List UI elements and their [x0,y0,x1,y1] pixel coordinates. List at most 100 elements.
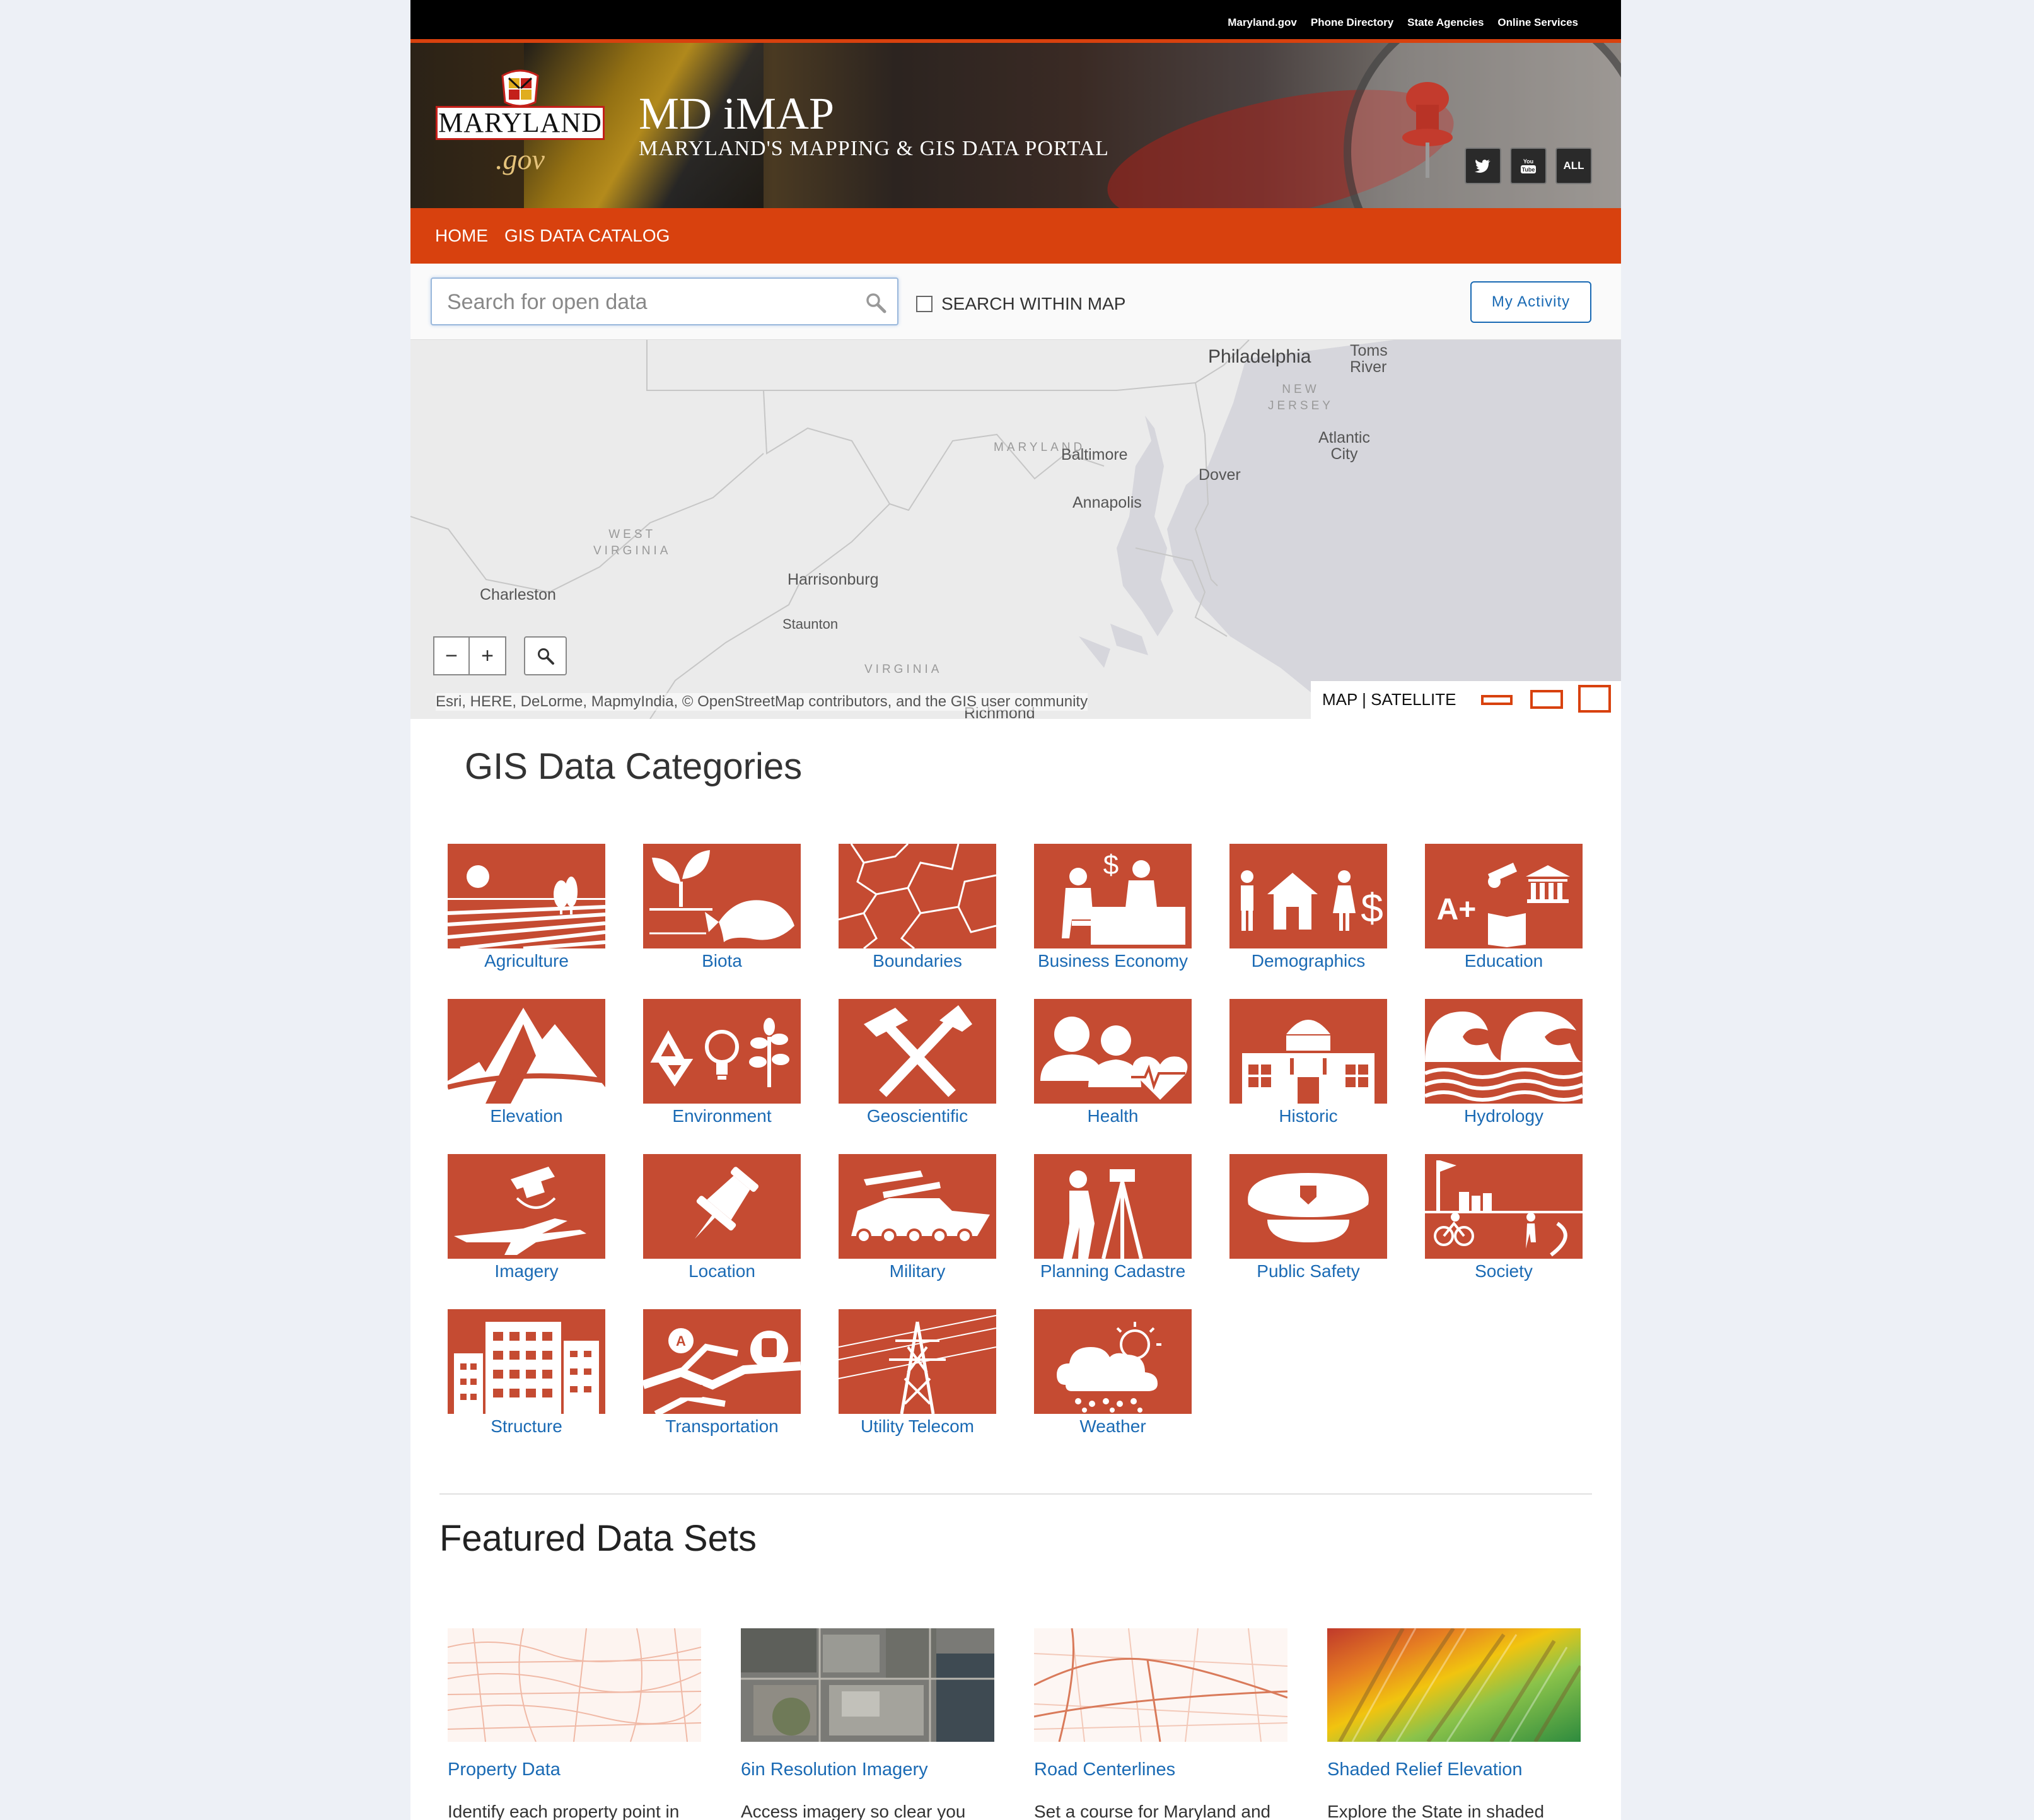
all-social-button[interactable]: ALL [1555,148,1592,184]
featured-name[interactable]: Road Centerlines [1034,1759,1287,1780]
health-icon [1040,1017,1188,1100]
logo-gov: .gov [496,143,545,175]
maryland-crest-icon [501,69,539,107]
category-label: Boundaries [873,951,962,971]
category-business-economy[interactable]: $ Business Economy [1034,844,1192,971]
featured-6in-imagery[interactable]: 6in Resolution Imagery Access imagery so… [741,1628,994,1820]
featured-road-centerlines[interactable]: Road Centerlines Set a course for Maryla… [1034,1628,1287,1820]
category-public-safety[interactable]: Public Safety [1229,1154,1387,1281]
svg-text:You: You [1523,158,1533,165]
map-size-large-button[interactable] [1578,685,1611,713]
category-demographics[interactable]: $ Demographics [1229,844,1387,971]
geoscientific-icon [864,1005,972,1097]
nav-gis-data-catalog[interactable]: GIS DATA CATALOG [504,226,670,246]
category-label: Imagery [494,1261,559,1281]
youtube-icon: You Tube [1521,158,1536,173]
category-label: Environment [672,1106,772,1126]
utility-telecom-icon [839,1315,996,1414]
category-weather[interactable]: Weather [1034,1309,1192,1437]
link-state-agencies[interactable]: State Agencies [1407,16,1484,29]
map-label-baltimore: Baltimore [1061,446,1128,464]
link-online-services[interactable]: Online Services [1497,16,1578,29]
featured-description: Explore the State in shaded [1327,1802,1545,1820]
zoom-out-button[interactable]: − [433,636,470,675]
search-input[interactable] [446,288,852,317]
map-attribution: Esri, HERE, DeLorme, MapmyIndia, © OpenS… [436,693,1088,711]
nav-home[interactable]: HOME [435,226,488,246]
military-icon [851,1170,990,1244]
category-imagery[interactable]: Imagery [448,1154,605,1281]
category-education[interactable]: A+ Education [1425,844,1583,971]
category-label: Biota [702,951,742,971]
featured-title: Featured Data Sets [439,1518,757,1559]
basemap-map-option[interactable]: MAP [1322,690,1357,709]
demographics-icon: $ [1241,870,1383,931]
category-historic[interactable]: Historic [1229,999,1387,1126]
category-label: Education [1464,951,1543,971]
category-label: Weather [1079,1416,1146,1436]
map-label-toms-river: Toms River [1350,342,1388,376]
link-maryland-gov[interactable]: Maryland.gov [1228,16,1297,29]
featured-shaded-relief[interactable]: Shaded Relief Elevation Explore the Stat… [1327,1628,1581,1820]
map-search-button[interactable] [524,636,567,675]
category-label: Elevation [490,1106,563,1126]
category-location[interactable]: Location [643,1154,801,1281]
featured-name[interactable]: Shaded Relief Elevation [1327,1759,1581,1780]
map-size-medium-button[interactable] [1530,690,1563,709]
agriculture-icon [448,865,605,948]
category-biota[interactable]: Biota [643,844,801,971]
youtube-button[interactable]: You Tube [1510,148,1547,184]
search-icon[interactable] [864,291,887,314]
featured-property-data[interactable]: Property Data Identify each property poi… [448,1628,701,1820]
zoom-controls: − + [433,636,506,675]
category-agriculture[interactable]: Agriculture [448,844,605,971]
site-subtitle: MARYLAND'S MAPPING & GIS DATA PORTAL [639,137,1109,160]
search-within-map: SEARCH WITHIN MAP [916,294,1125,314]
environment-icon [650,1018,789,1087]
category-label: Public Safety [1257,1261,1360,1281]
category-geoscientific[interactable]: Geoscientific [839,999,996,1126]
category-environment[interactable]: Environment [643,999,801,1126]
category-label: Geoscientific [866,1106,968,1126]
category-hydrology[interactable]: Hydrology [1425,999,1583,1126]
search-within-map-checkbox[interactable] [916,296,933,312]
map-basemap [410,340,1621,719]
header-banner: MARYLAND .gov MD iMAP MARYLAND'S MAPPING… [410,43,1621,208]
category-health[interactable]: Health [1034,999,1192,1126]
maryland-gov-logo[interactable]: MARYLAND .gov [436,69,606,189]
map-view[interactable]: Philadelphia Toms River NEW JERSEY Atlan… [410,340,1621,719]
category-society[interactable]: Society [1425,1154,1583,1281]
link-phone-directory[interactable]: Phone Directory [1311,16,1393,29]
weather-icon [1057,1322,1161,1413]
featured-name[interactable]: Property Data [448,1759,701,1780]
section-divider [439,1493,1592,1495]
historic-icon [1242,1020,1374,1104]
biota-icon [649,850,794,942]
basemap-switcher: MAP | SATELLITE [1311,681,1621,719]
top-utility-bar: Maryland.gov Phone Directory State Agenc… [410,0,1621,39]
category-boundaries[interactable]: Boundaries [839,844,996,971]
imagery-thumbnail [741,1628,994,1742]
category-military[interactable]: Military [839,1154,996,1281]
category-elevation[interactable]: Elevation [448,999,605,1126]
twitter-button[interactable] [1465,148,1501,184]
category-label: Utility Telecom [861,1416,974,1436]
category-label: Health [1087,1106,1139,1126]
zoom-in-button[interactable]: + [470,636,506,675]
my-activity-button[interactable]: My Activity [1470,281,1591,323]
planning-cadastre-icon [1063,1169,1143,1259]
featured-name[interactable]: 6in Resolution Imagery [741,1759,994,1780]
category-utility-telecom[interactable]: Utility Telecom [839,1309,996,1437]
category-structure[interactable]: Structure [448,1309,605,1437]
basemap-satellite-option[interactable]: SATELLITE [1371,690,1456,709]
education-icon: A+ [1437,863,1570,947]
map-size-small-button[interactable] [1481,695,1513,705]
elevation-icon [448,1008,605,1104]
category-planning-cadastre[interactable]: Planning Cadastre [1034,1154,1192,1281]
svg-text:A: A [676,1333,686,1349]
category-transportation[interactable]: A Transportation [643,1309,801,1437]
site-title: MD iMAP MARYLAND'S MAPPING & GIS DATA PO… [639,90,1109,160]
transportation-icon: A [643,1328,801,1414]
page: Maryland.gov Phone Directory State Agenc… [410,0,1621,1820]
category-label: Transportation [665,1416,779,1436]
